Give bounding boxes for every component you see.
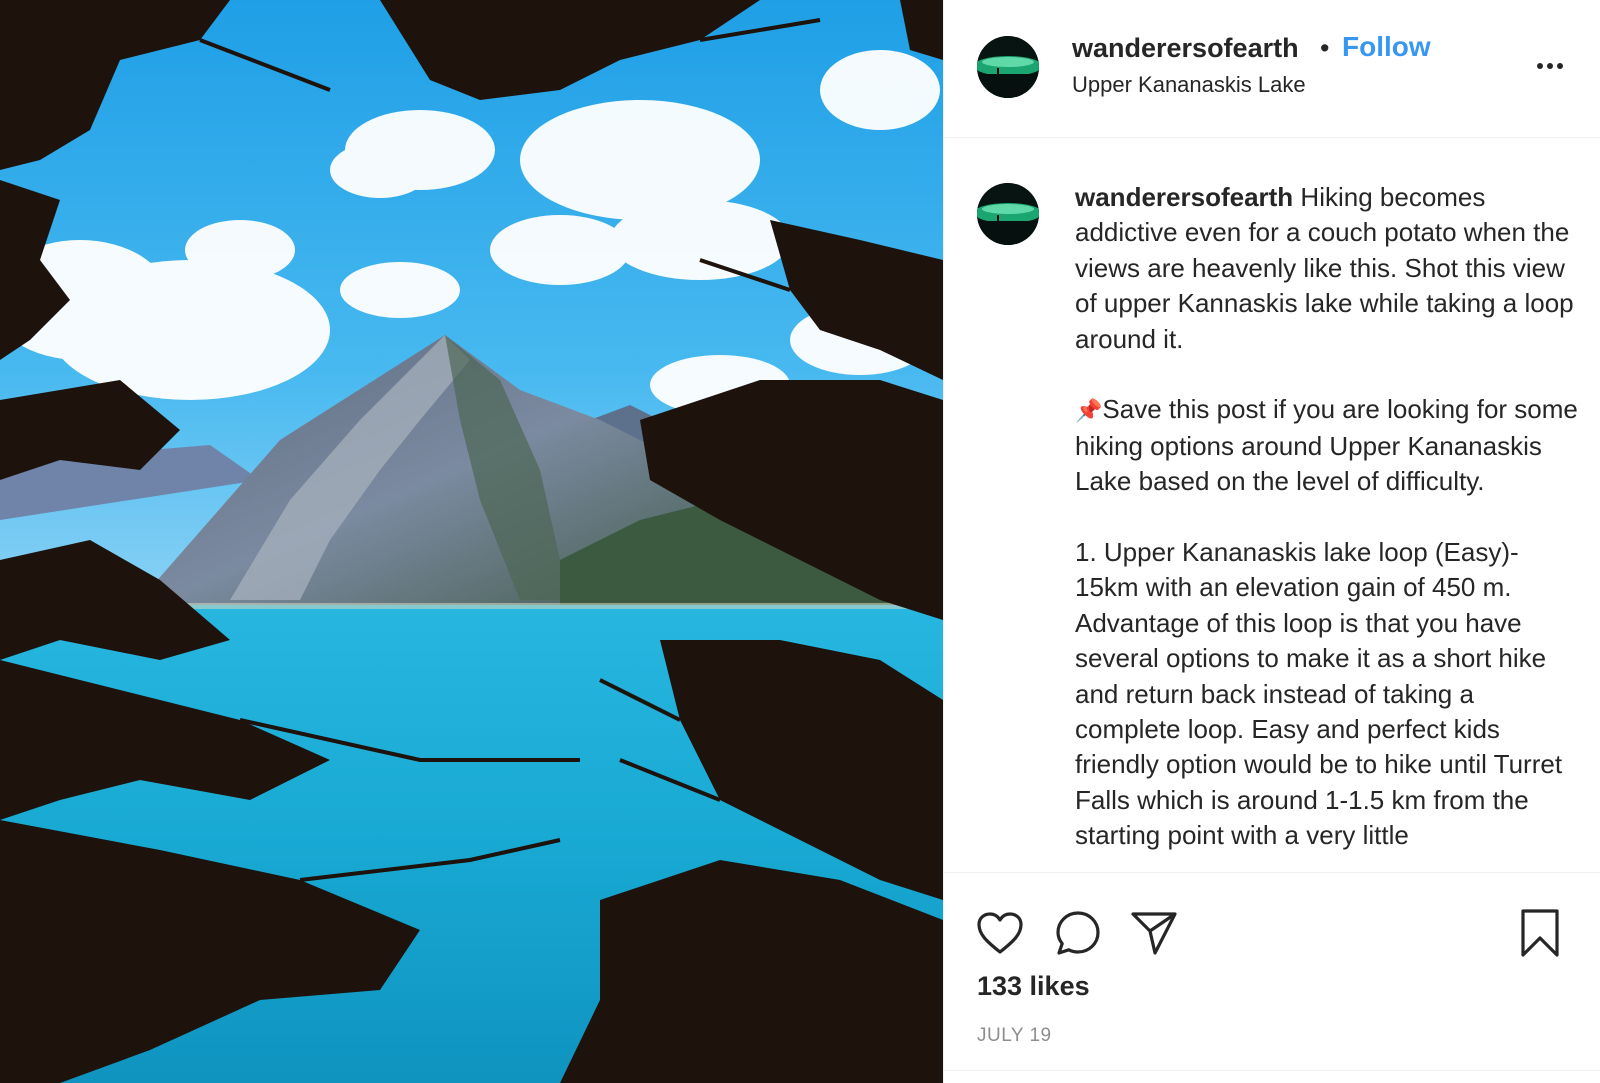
- bookmark-icon[interactable]: [1514, 907, 1566, 959]
- follow-button[interactable]: Follow: [1342, 31, 1431, 63]
- comments-section[interactable]: wanderersofearth Hiking becomes addictiv…: [944, 138, 1600, 870]
- post-location[interactable]: Upper Kananaskis Lake: [1072, 72, 1306, 98]
- mountain-lake-photo: [0, 0, 943, 1083]
- likes-count[interactable]: 133 likes: [977, 971, 1090, 1002]
- caption-save-text: Save this post if you are looking for so…: [1075, 394, 1578, 497]
- author-avatar[interactable]: [977, 36, 1039, 98]
- post-photo[interactable]: [0, 0, 943, 1083]
- separator-dot: •: [1320, 33, 1330, 63]
- caption-username[interactable]: wanderersofearth: [1075, 182, 1293, 212]
- pushpin-icon: 📌: [1075, 398, 1103, 424]
- caption-item-1: 1. Upper Kananaskis lake loop (Easy)- 15…: [1075, 537, 1563, 851]
- caption-author-avatar[interactable]: [977, 183, 1039, 245]
- post-caption: wanderersofearth Hiking becomes addictiv…: [1075, 180, 1580, 854]
- divider: [944, 1070, 1600, 1071]
- post-sidebar: wanderersofearth • Follow Upper Kananask…: [943, 0, 1600, 1083]
- post-date[interactable]: JULY 19: [977, 1025, 1052, 1047]
- paper-plane-icon[interactable]: [1128, 907, 1180, 959]
- heart-icon[interactable]: [974, 907, 1026, 959]
- comment-bubble-icon[interactable]: [1052, 907, 1104, 959]
- aurora-avatar-image: [977, 183, 1039, 245]
- aurora-avatar-image: [977, 36, 1039, 98]
- more-options-icon[interactable]: [1530, 46, 1570, 86]
- instagram-post: wanderersofearth • Follow Upper Kananask…: [0, 0, 1600, 1083]
- post-header: wanderersofearth • Follow Upper Kananask…: [944, 0, 1600, 138]
- author-username[interactable]: wanderersofearth: [1072, 33, 1299, 64]
- post-actions: 133 likes JULY 19: [944, 872, 1600, 1083]
